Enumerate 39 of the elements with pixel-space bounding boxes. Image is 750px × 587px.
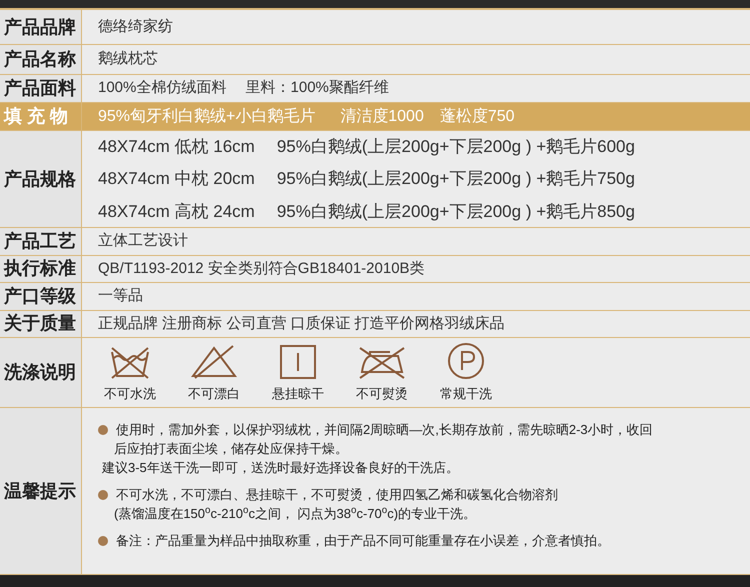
note-line: 使用时，需加外套，以保护羽绒枕，并间隔2周晾晒—次,长期存放前，需先晾晒2-3小时，收回 xyxy=(116,421,653,439)
row-label: 产品规格 xyxy=(4,168,76,190)
care-label: 不可水洗 xyxy=(104,384,156,402)
note-line: 后应拍打表面尘埃，储存处应保持干燥。 xyxy=(114,440,349,458)
row-label: 产品工艺 xyxy=(4,230,76,253)
pillow-fill: 95%白鹅绒(上层200g+下层200g ) +鹅毛片600g xyxy=(276,136,635,158)
row-value: 正规品牌 注册商标 公司直营 口质保证 打造平价网格羽绒床品 xyxy=(98,314,505,334)
note-line: 不可水洗，不可漂白、悬挂晾干，不可熨烫，使用四氢乙烯和碳氢化合物溶剂 xyxy=(116,486,558,504)
row-label: 洗涤说明 xyxy=(4,361,76,384)
hang-dry-icon xyxy=(279,344,317,380)
pillow-fill: 95%白鹅绒(上层200g+下层200g ) +鹅毛片750g xyxy=(276,168,635,190)
row-label: 执行标准 xyxy=(4,257,76,280)
note-line: (蒸馏温度在150$^{o}$c-210$^{o}$c之间， 闪点为38$^{o}$c-70$^{o}$c)的专业干洗。 xyxy=(114,504,478,523)
row-label: 产品名称 xyxy=(4,48,76,71)
row-label: 产品品牌 xyxy=(4,16,76,38)
note-line: 备注：产品重量为样品中抽取称重，由于产品不同可能重量存在小误差，介意者慎拍。 xyxy=(116,532,610,550)
care-label: 悬挂晾干 xyxy=(272,384,324,402)
row-value: QB/T1193-2012 安全类别符合GB18401-2010B类 xyxy=(98,258,425,278)
row-label: 关于质量 xyxy=(4,312,76,336)
pillow-size: 48X74cm 低枕 16cm xyxy=(98,136,255,158)
row-label: 产口等级 xyxy=(4,284,76,308)
row-value: 立体工艺设计 xyxy=(98,231,188,251)
care-label: 常规干洗 xyxy=(440,384,492,402)
care-label: 不可漂白 xyxy=(188,384,240,402)
row-value: 鹅绒枕芯 xyxy=(98,49,158,70)
row-value: 95%匈牙利白鹅绒+小白鹅毛片 清洁度1000 蓬松度750 xyxy=(98,106,515,126)
row-label: 温馨提示 xyxy=(4,480,76,502)
row-label: 产品面料 xyxy=(4,77,76,100)
dry-clean-icon xyxy=(447,342,485,380)
row-value: 一等品 xyxy=(98,286,143,306)
care-label: 不可熨烫 xyxy=(356,384,408,402)
row-value: 德络绮家纺 xyxy=(98,16,173,37)
row-value: 100%全棉仿绒面料 里料：100%聚酯纤维 xyxy=(98,78,389,98)
note-line: 建议3-5年送干洗一即可，送洗时最好选择设备良好的干洗店。 xyxy=(102,459,459,477)
pillow-size: 48X74cm 高枕 24cm xyxy=(98,200,255,223)
row-label: 填 充 物 xyxy=(4,105,68,128)
no-bleach-icon xyxy=(189,344,239,380)
pillow-size: 48X74cm 中枕 20cm xyxy=(98,168,255,190)
pillow-fill: 95%白鹅绒(上层200g+下层200g ) +鹅毛片850g xyxy=(276,200,635,223)
